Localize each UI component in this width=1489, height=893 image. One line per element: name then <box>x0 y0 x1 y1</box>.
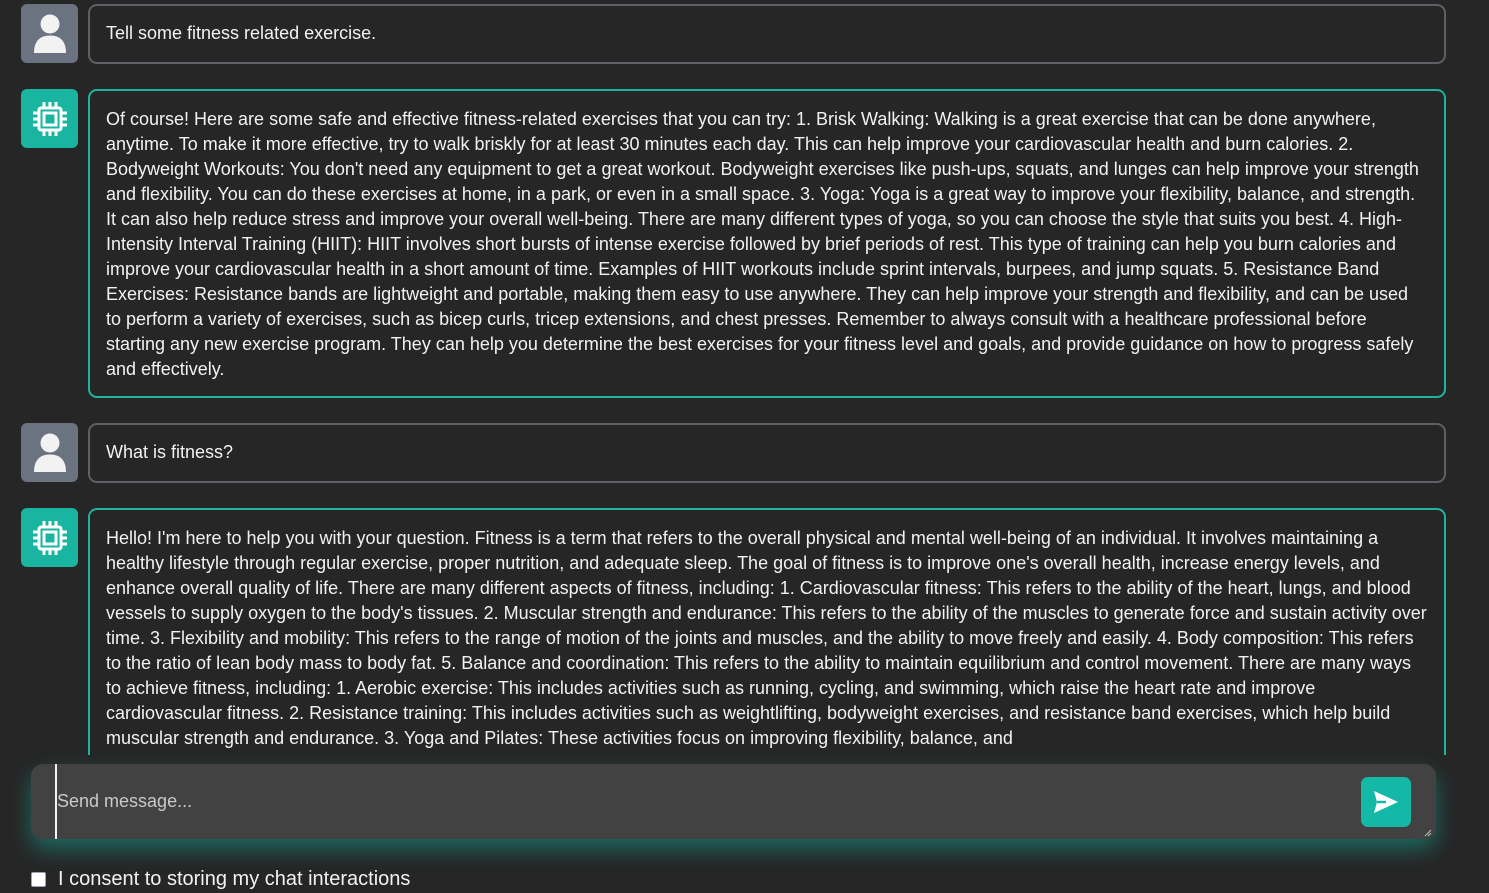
message-composer <box>31 764 1436 839</box>
assistant-avatar <box>21 508 78 567</box>
message-assistant: Hello! I'm here to help you with your qu… <box>21 508 1446 755</box>
message-bubble: Tell some fitness related exercise. <box>88 4 1446 64</box>
message-assistant: Of course! Here are some safe and effect… <box>21 89 1446 398</box>
user-avatar <box>21 423 78 482</box>
resize-handle-icon[interactable] <box>1424 829 1432 837</box>
message-bubble: Of course! Here are some safe and effect… <box>88 89 1446 398</box>
message-user: Tell some fitness related exercise. <box>21 4 1446 64</box>
consent-checkbox[interactable] <box>31 872 46 887</box>
user-icon <box>33 433 66 472</box>
chip-icon <box>32 101 67 136</box>
user-icon <box>33 14 66 53</box>
message-user: What is fitness? <box>21 423 1446 483</box>
chip-icon <box>32 520 67 555</box>
message-input[interactable] <box>55 764 1355 839</box>
message-bubble: What is fitness? <box>88 423 1446 483</box>
consent-row: I consent to storing my chat interaction… <box>31 868 410 891</box>
consent-label[interactable]: I consent to storing my chat interaction… <box>58 868 410 891</box>
chat-history[interactable]: Tell some fitness related exercise. Of c… <box>0 0 1489 755</box>
chat-page: Tell some fitness related exercise. Of c… <box>0 0 1489 893</box>
assistant-avatar <box>21 89 78 148</box>
message-bubble: Hello! I'm here to help you with your qu… <box>88 508 1446 755</box>
user-avatar <box>21 4 78 63</box>
send-button[interactable] <box>1361 777 1411 827</box>
send-icon <box>1374 791 1398 813</box>
